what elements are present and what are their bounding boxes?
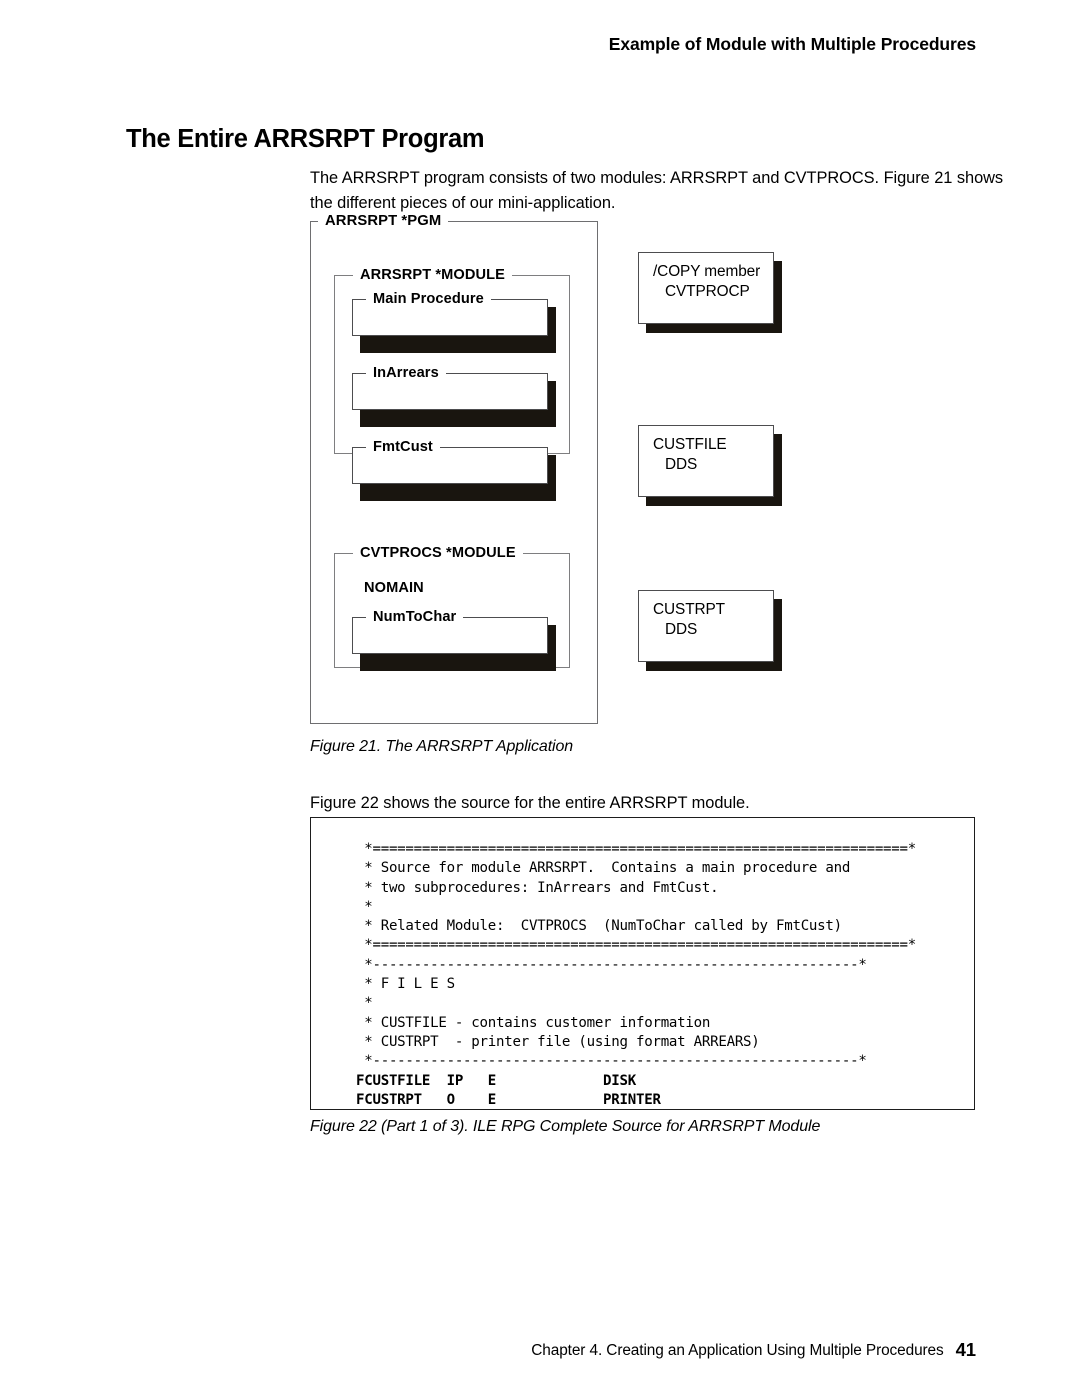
resource-card-copy-member: /COPY member CVTPROCP [638, 252, 782, 333]
procedure-box-numtochar: NumToChar [352, 608, 556, 671]
page-footer: Chapter 4. Creating an Application Using… [0, 1339, 976, 1361]
pgm-frame-label: ARRSRPT *PGM [318, 212, 449, 230]
procedure-box-fmtcust: FmtCust [352, 438, 556, 501]
page-title: The Entire ARRSRPT Program [126, 125, 485, 154]
resource-card-body: /COPY member CVTPROCP [638, 252, 774, 324]
resource-card-custrpt: CUSTRPT DDS [638, 590, 782, 671]
resource-card-line-2: DDS [665, 456, 698, 473]
resource-card-custfile: CUSTFILE DDS [638, 425, 782, 506]
procedure-box-label: FmtCust [366, 438, 440, 456]
code-listing: *=======================================… [356, 840, 916, 1110]
figure-21-diagram: ARRSRPT *PGM ARRSRPT *MODULE Main Proced… [310, 212, 830, 724]
procedure-box-label: Main Procedure [366, 290, 491, 308]
procedure-box-label: InArrears [366, 364, 446, 382]
figure-22-caption: Figure 22 (Part 1 of 3). ILE RPG Complet… [310, 1118, 821, 1135]
code-listing-bold: FCUSTFILE IP E DISK FCUSTRPT O E PRINTER [356, 1072, 661, 1108]
resource-card-body: CUSTFILE DDS [638, 425, 774, 497]
page-number: 41 [955, 1339, 976, 1360]
figure-22-code-block: *=======================================… [310, 817, 975, 1110]
module-frame-cvtprocs-label: CVTPROCS *MODULE [353, 544, 523, 562]
resource-card-line-1: CUSTRPT [653, 601, 725, 618]
resource-card-line-2: CVTPROCP [665, 283, 750, 300]
procedure-box-inarrears: InArrears [352, 364, 556, 427]
code-listing-plain: *=======================================… [364, 841, 916, 1070]
resource-card-line-1: /COPY member [653, 263, 761, 280]
procedure-box-main-procedure: Main Procedure [352, 290, 556, 353]
nomain-keyword-label: NOMAIN [364, 580, 424, 596]
figure-21-caption: Figure 21. The ARRSRPT Application [310, 738, 574, 755]
resource-card-body: CUSTRPT DDS [638, 590, 774, 662]
resource-card-line-1: CUSTFILE [653, 436, 727, 453]
running-header: Example of Module with Multiple Procedur… [608, 34, 976, 54]
source-paragraph: Figure 22 shows the source for the entir… [310, 794, 750, 813]
resource-card-line-2: DDS [665, 621, 698, 638]
intro-paragraph: The ARRSRPT program consists of two modu… [310, 169, 1004, 213]
footer-chapter-text: Chapter 4. Creating an Application Using… [531, 1342, 944, 1359]
procedure-box-label: NumToChar [366, 608, 464, 626]
module-frame-arrsrpt-label: ARRSRPT *MODULE [353, 266, 513, 284]
